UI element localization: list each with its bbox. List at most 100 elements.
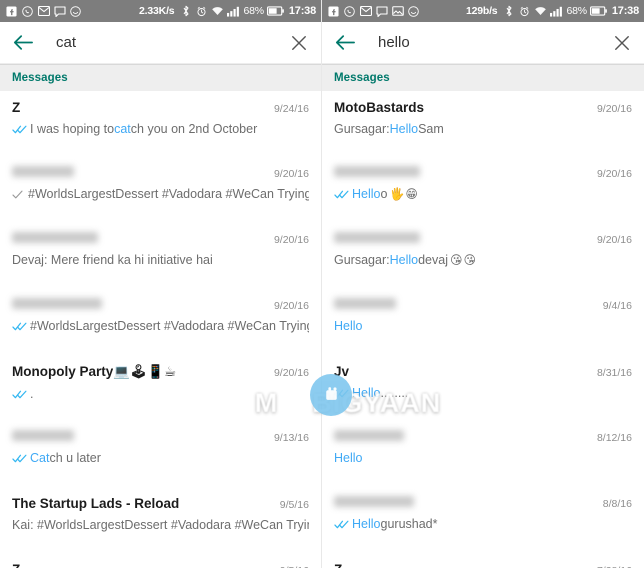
- search-result-row[interactable]: 9/20/16 #WorldsLargestDessert #Vadodara …: [0, 289, 321, 355]
- contact-name-redacted: [12, 166, 74, 177]
- search-result-row[interactable]: 8/12/16 Hello: [322, 421, 644, 487]
- wifi-icon: [211, 5, 224, 18]
- snippet-pre: I was hoping to: [30, 122, 115, 136]
- status-bar: 2.33K/s 68% 17:38: [0, 0, 321, 22]
- contact-name-redacted: [334, 166, 420, 177]
- snippet-emoji: 🖐😁: [389, 187, 419, 201]
- search-result-row[interactable]: The Startup Lads - Reload 9/5/16 Kai: #W…: [0, 487, 321, 553]
- network-speed: 2.33K/s: [139, 5, 175, 17]
- snippet-pre: Gursagar:: [334, 122, 390, 136]
- message-snippet: #WorldsLargestDessert #Vadodara #WeCan T…: [12, 319, 309, 333]
- photo-icon: [391, 5, 404, 18]
- close-icon[interactable]: [612, 33, 632, 53]
- message-date: 9/20/16: [596, 168, 632, 180]
- contact-name: Z: [12, 562, 20, 568]
- back-arrow-icon[interactable]: [334, 32, 356, 54]
- search-result-row[interactable]: 9/20/16 #WorldsLargestDessert #Vadodara …: [0, 157, 321, 223]
- double-check-icon: [334, 190, 349, 199]
- contact-name-redacted: [12, 232, 98, 243]
- snippet-pre: #WorldsLargestDessert #Vadodara #WeCan T…: [28, 187, 309, 201]
- search-result-row[interactable]: 9/4/16 Hello: [322, 289, 644, 355]
- close-icon[interactable]: [289, 33, 309, 53]
- search-results-list: Z 9/24/16 I was hoping to cat ch you on 2…: [0, 91, 321, 568]
- message-snippet: Kai: #WorldsLargestDessert #Vadodara #We…: [12, 518, 309, 532]
- section-header-label: Messages: [334, 72, 390, 84]
- status-bar-system: 129b/s 68% 17:38: [466, 5, 639, 18]
- message-date: 9/20/16: [273, 234, 309, 246]
- message-snippet: Hello gurushad*: [334, 517, 632, 531]
- contact-name: Monopoly Party: [12, 364, 114, 379]
- emoji-chat-icon: [407, 5, 420, 18]
- result-row-header: 9/4/16: [334, 298, 632, 312]
- message-date: 9/20/16: [596, 234, 632, 246]
- title-emoji: 💻🕹📱☕: [113, 364, 177, 379]
- search-result-row[interactable]: Z 7/28/16 Hellooo: [322, 553, 644, 568]
- search-result-row[interactable]: Monopoly Party 💻🕹📱☕ 9/20/16 .: [0, 355, 321, 421]
- whatsapp-icon: [21, 5, 34, 18]
- snippet-match: Hello: [389, 122, 419, 136]
- snippet-pre: #WorldsLargestDessert #Vadodara #WeCan T…: [30, 319, 309, 333]
- message-date: 9/20/16: [273, 367, 309, 379]
- search-input[interactable]: cat: [56, 34, 289, 51]
- network-speed: 129b/s: [465, 5, 498, 17]
- clock: 17:38: [611, 5, 639, 17]
- facebook-icon: [327, 5, 340, 18]
- snippet-post: devaj: [418, 253, 448, 267]
- contact-name-redacted: [334, 232, 420, 243]
- search-result-row[interactable]: Z 9/5/16 Today is ganesh caturti: [0, 553, 321, 568]
- search-result-row[interactable]: 8/8/16 Hello gurushad*: [322, 487, 644, 553]
- message-snippet: Gursagar: Hello Sam: [334, 122, 632, 136]
- message-snippet: Hello........: [334, 386, 632, 400]
- battery-icon: [590, 5, 608, 18]
- battery-percent: 68%: [566, 5, 587, 17]
- contact-name: Z: [12, 100, 21, 115]
- alarm-icon: [518, 5, 531, 18]
- message-date: 9/5/16: [279, 499, 309, 511]
- single-check-icon: [12, 190, 23, 199]
- search-result-row[interactable]: MotoBastards 9/20/16 Gursagar: Hello Sam: [322, 91, 644, 157]
- search-result-row[interactable]: 9/20/16 Devaj: Mere friend ka hi initiat…: [0, 223, 321, 289]
- section-header-label: Messages: [12, 72, 68, 84]
- message-date: 9/4/16: [602, 300, 632, 312]
- message-snippet: Cat ch u later: [12, 451, 309, 465]
- contact-name: The Startup Lads - Reload: [12, 496, 180, 511]
- snippet-post: Sam: [418, 122, 444, 136]
- search-bar: hello: [322, 22, 644, 64]
- snippet-match: Hello: [389, 253, 419, 267]
- message-snippet: I was hoping to cat ch you on 2nd October: [12, 122, 309, 136]
- status-bar-system: 2.33K/s 68% 17:38: [139, 5, 316, 18]
- gmail-icon: [37, 5, 50, 18]
- snippet-pre: .: [30, 387, 34, 401]
- message-snippet: Hello o 🖐😁: [334, 187, 632, 201]
- back-arrow-icon[interactable]: [12, 32, 34, 54]
- result-row-header: 9/20/16: [12, 232, 309, 246]
- snippet-match: Hello: [334, 451, 363, 465]
- facebook-icon: [5, 5, 18, 18]
- search-result-row[interactable]: Z 9/24/16 I was hoping to cat ch you on 2…: [0, 91, 321, 157]
- search-result-row[interactable]: 9/20/16 Gursagar: Hello devaj 😘😘: [322, 223, 644, 289]
- search-result-row[interactable]: Jv 8/31/16 Hello........: [322, 355, 644, 421]
- clock: 17:38: [288, 5, 316, 17]
- search-result-row[interactable]: 9/13/16 Cat ch u later: [0, 421, 321, 487]
- message-snippet: #WorldsLargestDessert #Vadodara #WeCan T…: [12, 187, 309, 201]
- phone-screen-right: 129b/s 68% 17:38 hello Messages MotoBast…: [322, 0, 644, 568]
- status-bar-app-icons: [327, 5, 420, 18]
- snippet-post: o: [380, 187, 388, 201]
- status-bar: 129b/s 68% 17:38: [322, 0, 644, 22]
- search-result-row[interactable]: 9/20/16 Hello o 🖐😁: [322, 157, 644, 223]
- result-row-header: 8/12/16: [334, 430, 632, 444]
- result-row-header: Z 9/24/16: [12, 100, 309, 115]
- snippet-post: gurushad*: [380, 517, 438, 531]
- bluetooth-icon: [502, 5, 515, 18]
- dual-screenshot-comparison: 2.33K/s 68% 17:38 cat Messages Z 9/24/16…: [0, 0, 644, 568]
- result-row-header: 8/8/16: [334, 496, 632, 510]
- battery-percent: 68%: [243, 5, 264, 17]
- result-row-header: Z 9/5/16: [12, 562, 309, 568]
- snippet-match: Hello: [352, 517, 381, 531]
- message-date: 9/24/16: [273, 103, 309, 115]
- search-input[interactable]: hello: [378, 34, 612, 51]
- message-date: 9/20/16: [273, 300, 309, 312]
- message-date: 9/20/16: [596, 103, 632, 115]
- result-row-header: MotoBastards 9/20/16: [334, 100, 632, 115]
- double-check-icon: [12, 454, 27, 463]
